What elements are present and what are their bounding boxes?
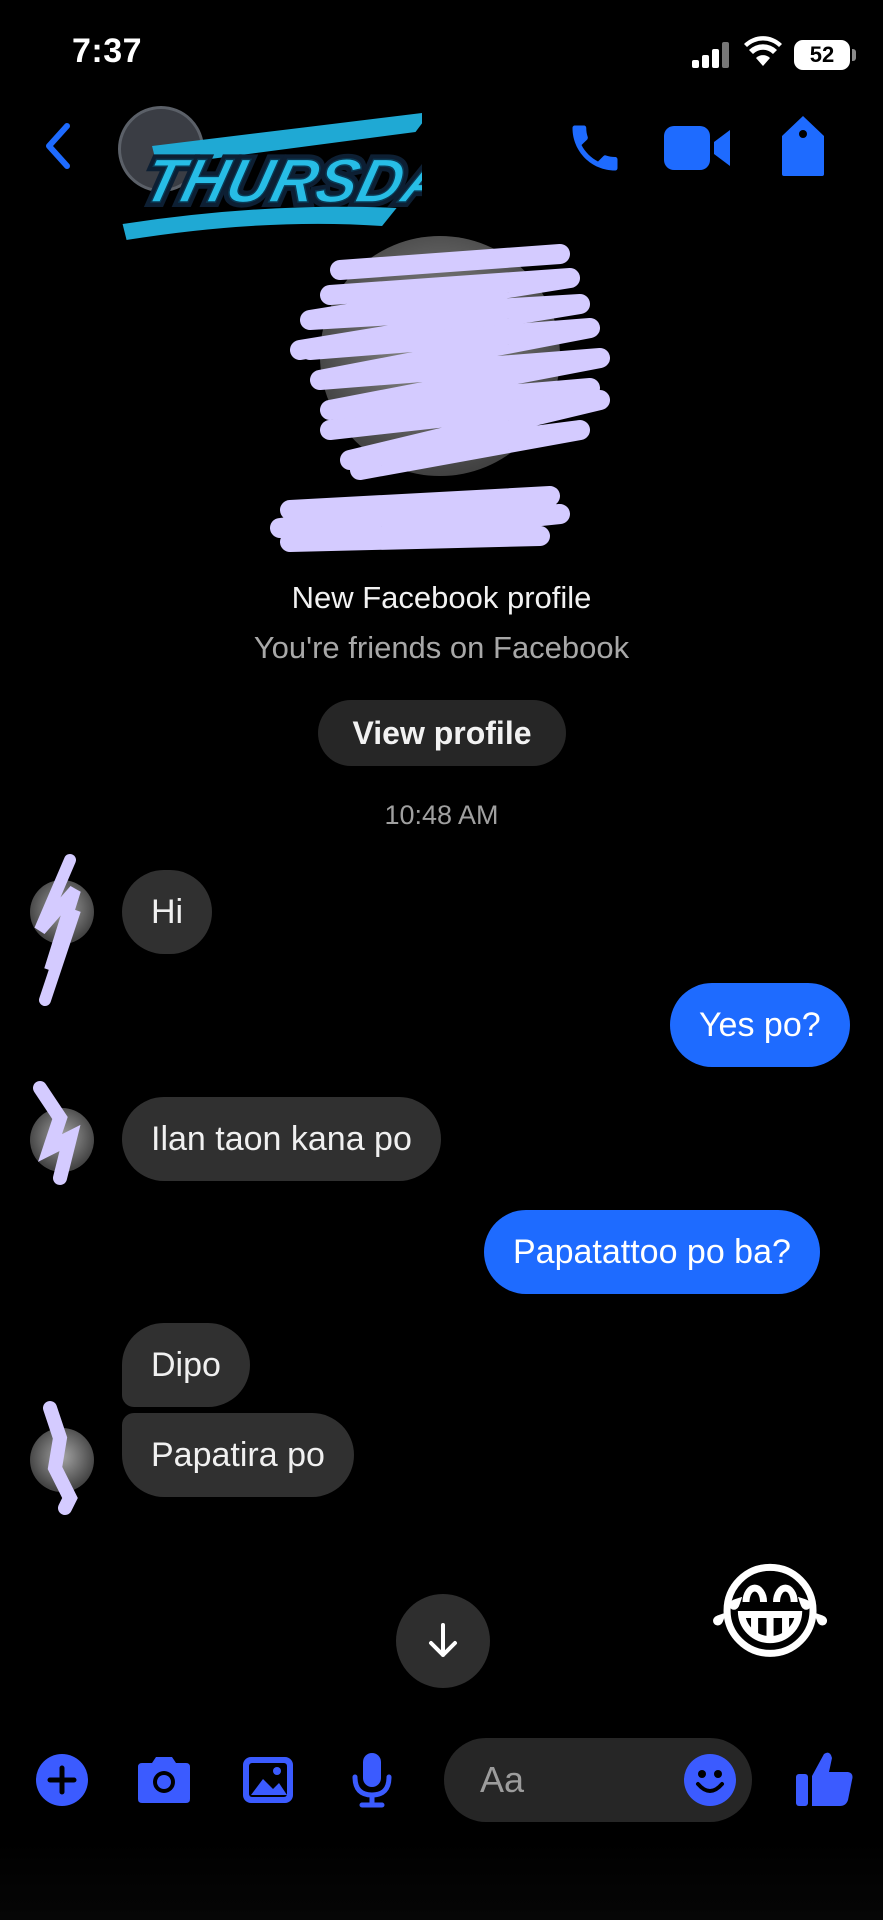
thumbs-up-icon xyxy=(796,1752,853,1806)
home-indicator-area xyxy=(0,1840,883,1920)
message-bubble-incoming[interactable]: Hi xyxy=(122,870,213,954)
sender-avatar xyxy=(30,854,94,1006)
camera-icon xyxy=(138,1757,190,1803)
info-button[interactable] xyxy=(778,114,828,178)
more-actions-button[interactable] xyxy=(32,1750,92,1810)
laughing-emoji[interactable]: 😂 xyxy=(705,1548,835,1678)
phone-icon xyxy=(572,125,618,171)
signal-icon xyxy=(692,42,732,68)
status-time: 7:37 xyxy=(72,32,143,70)
back-button[interactable] xyxy=(30,118,86,174)
like-button[interactable] xyxy=(794,1748,856,1810)
message-bubble-outgoing[interactable]: Papatattoo po ba? xyxy=(484,1210,820,1294)
tag-icon xyxy=(782,116,824,176)
logo-text-fill: THURSDAY xyxy=(137,147,422,216)
battery-tip xyxy=(852,49,856,61)
message-input-container xyxy=(444,1738,752,1822)
status-bar: 7:37 52 xyxy=(0,0,883,100)
wifi-icon xyxy=(744,36,782,66)
arrow-down-icon xyxy=(429,1623,457,1657)
redaction-scribble xyxy=(270,244,610,552)
sender-avatar xyxy=(30,1401,94,1515)
smiley-icon xyxy=(684,1754,736,1806)
view-profile-button[interactable]: View profile xyxy=(318,700,566,766)
microphone-icon xyxy=(352,1753,392,1808)
avatar-scribble xyxy=(33,1081,81,1185)
message-bubble-incoming[interactable]: Papatira po xyxy=(122,1413,354,1497)
video-camera-icon xyxy=(664,126,730,170)
profile-subtitle: You're friends on Facebook xyxy=(253,630,630,665)
message-bubble-incoming[interactable]: Ilan taon kana po xyxy=(122,1097,441,1181)
avatar-scribble xyxy=(34,854,81,1006)
profile-title: New Facebook profile xyxy=(291,580,592,615)
message-bubble-outgoing[interactable]: Yes po? xyxy=(670,983,850,1067)
emoji-button[interactable] xyxy=(682,1752,738,1808)
message-timestamp: 10:48 AM xyxy=(384,800,499,830)
voice-call-button[interactable] xyxy=(565,118,625,178)
message-composer xyxy=(0,1720,883,1840)
scroll-to-bottom-button[interactable] xyxy=(396,1594,490,1688)
voice-message-button[interactable] xyxy=(342,1750,402,1810)
message-bubble-incoming[interactable]: Dipo xyxy=(122,1323,250,1407)
back-icon xyxy=(46,123,70,169)
battery-level: 52 xyxy=(794,40,850,70)
plus-icon xyxy=(36,1754,88,1806)
message-input[interactable] xyxy=(480,1738,680,1822)
camera-button[interactable] xyxy=(134,1750,194,1810)
gallery-button[interactable] xyxy=(238,1750,298,1810)
video-call-button[interactable] xyxy=(664,122,732,174)
avatar-scribble xyxy=(43,1401,78,1515)
image-icon xyxy=(243,1757,293,1803)
sender-avatar xyxy=(30,1081,94,1185)
